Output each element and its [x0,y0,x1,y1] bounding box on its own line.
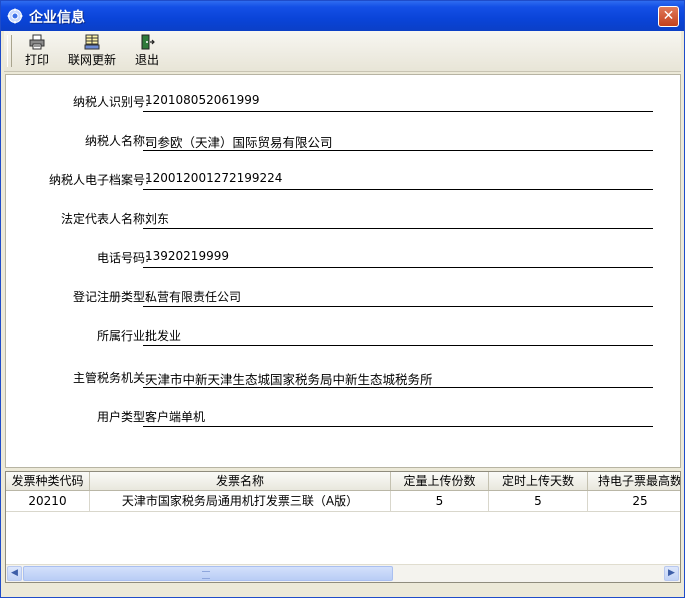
thumb-grip [202,571,210,579]
field-user-type: 用户类型: 客户端单机 [6,403,666,427]
horizontal-scrollbar[interactable]: ◀ ▶ [6,564,680,582]
field-value[interactable]: 批发业 [145,327,181,344]
field-underline [143,426,653,427]
table-header: 发票种类代码 发票名称 定量上传份数 定时上传天数 持电子票最高数 [6,472,680,491]
field-e-archive-number: 纳税人电子档案号: 120012001272199224 [6,166,666,190]
field-tax-authority: 主管税务机关: 天津市中新天津生态城国家税务局中新生态城税务所 [6,364,666,388]
exit-door-icon [141,34,155,50]
print-label: 打印 [24,53,49,67]
cell-invoice-name: 天津市国家税务局通用机打发票三联（A版） [90,491,391,511]
status-bar [4,586,681,595]
scroll-right-icon[interactable]: ▶ [664,566,679,581]
title-bar[interactable]: 企业信息 ✕ [1,1,684,31]
field-underline [143,111,653,112]
field-underline [143,228,653,229]
field-value[interactable]: 120012001272199224 [145,171,282,185]
window-title: 企业信息 [29,10,85,26]
invoice-type-table[interactable]: 发票种类代码 发票名称 定量上传份数 定时上传天数 持电子票最高数 20210 … [5,471,681,583]
field-underline [143,150,653,151]
field-value[interactable]: 司参欧（天津）国际贸易有限公司 [145,132,333,151]
field-value[interactable]: 刘东 [145,210,169,227]
field-label: 电话号码: [96,251,149,265]
field-phone-number: 电话号码: 13920219999 [6,244,666,268]
online-update-label: 联网更新 [67,53,116,67]
field-underline [143,387,653,388]
cell-max-e-invoice-count: 25 [588,491,680,511]
field-taxpayer-name: 纳税人名称: 司参欧（天津）国际贸易有限公司 [6,127,666,151]
field-label: 纳税人识别号: [72,95,149,109]
close-button[interactable]: ✕ [658,6,679,27]
field-label: 纳税人电子档案号: [48,173,149,187]
field-registration-type: 登记注册类型: 私营有限责任公司 [6,283,666,307]
scrollbar-thumb[interactable] [23,566,393,581]
scroll-left-icon[interactable]: ◀ [7,566,22,581]
field-underline [143,306,653,307]
cell-quota-upload-count: 5 [391,491,489,511]
field-value[interactable]: 私营有限责任公司 [145,288,241,305]
field-label: 主管税务机关: [72,371,149,385]
field-industry: 所属行业: 批发业 [6,322,666,346]
printer-icon [29,34,45,50]
cell-invoice-code: 20210 [6,491,90,511]
online-update-button[interactable]: 联网更新 [64,34,120,68]
enterprise-info-window: 企业信息 ✕ 打印 联网更新 退出 纳税人识别号: 12010805206199… [0,0,685,598]
column-header-timed-upload-days[interactable]: 定时上传天数 [489,472,588,490]
column-header-invoice-name[interactable]: 发票名称 [90,472,391,490]
field-label: 法定代表人名称: [60,212,149,226]
field-value[interactable]: 客户端单机 [145,408,205,425]
field-label: 所属行业: [96,329,149,343]
column-header-max-e-invoice-count[interactable]: 持电子票最高数 [588,472,680,490]
exit-label: 退出 [134,53,159,67]
field-value[interactable]: 天津市中新天津生态城国家税务局中新生态城税务所 [145,369,433,388]
field-label: 纳税人名称: [84,134,149,148]
field-underline [143,267,653,268]
field-taxpayer-id: 纳税人识别号: 120108052061999 [6,88,666,112]
toolbar: 打印 联网更新 退出 [4,31,681,72]
column-header-quota-upload-count[interactable]: 定量上传份数 [391,472,489,490]
field-label: 登记注册类型: [72,290,149,304]
field-value[interactable]: 13920219999 [145,249,229,263]
table-row[interactable]: 20210 天津市国家税务局通用机打发票三联（A版） 5 5 25 [6,491,680,512]
field-legal-representative: 法定代表人名称: 刘东 [6,205,666,229]
exit-button[interactable]: 退出 [130,34,164,68]
field-underline [143,189,653,190]
cell-timed-upload-days: 5 [489,491,588,511]
field-label: 用户类型: [96,410,149,424]
toolbar-grip[interactable] [7,35,12,67]
print-button[interactable]: 打印 [20,34,54,68]
field-value[interactable]: 120108052061999 [145,93,260,107]
network-update-icon [84,34,100,50]
column-header-invoice-code[interactable]: 发票种类代码 [6,472,90,490]
gear-icon [7,8,23,24]
field-underline [143,345,653,346]
enterprise-info-panel: 纳税人识别号: 120108052061999 纳税人名称: 司参欧（天津）国际… [5,74,681,468]
